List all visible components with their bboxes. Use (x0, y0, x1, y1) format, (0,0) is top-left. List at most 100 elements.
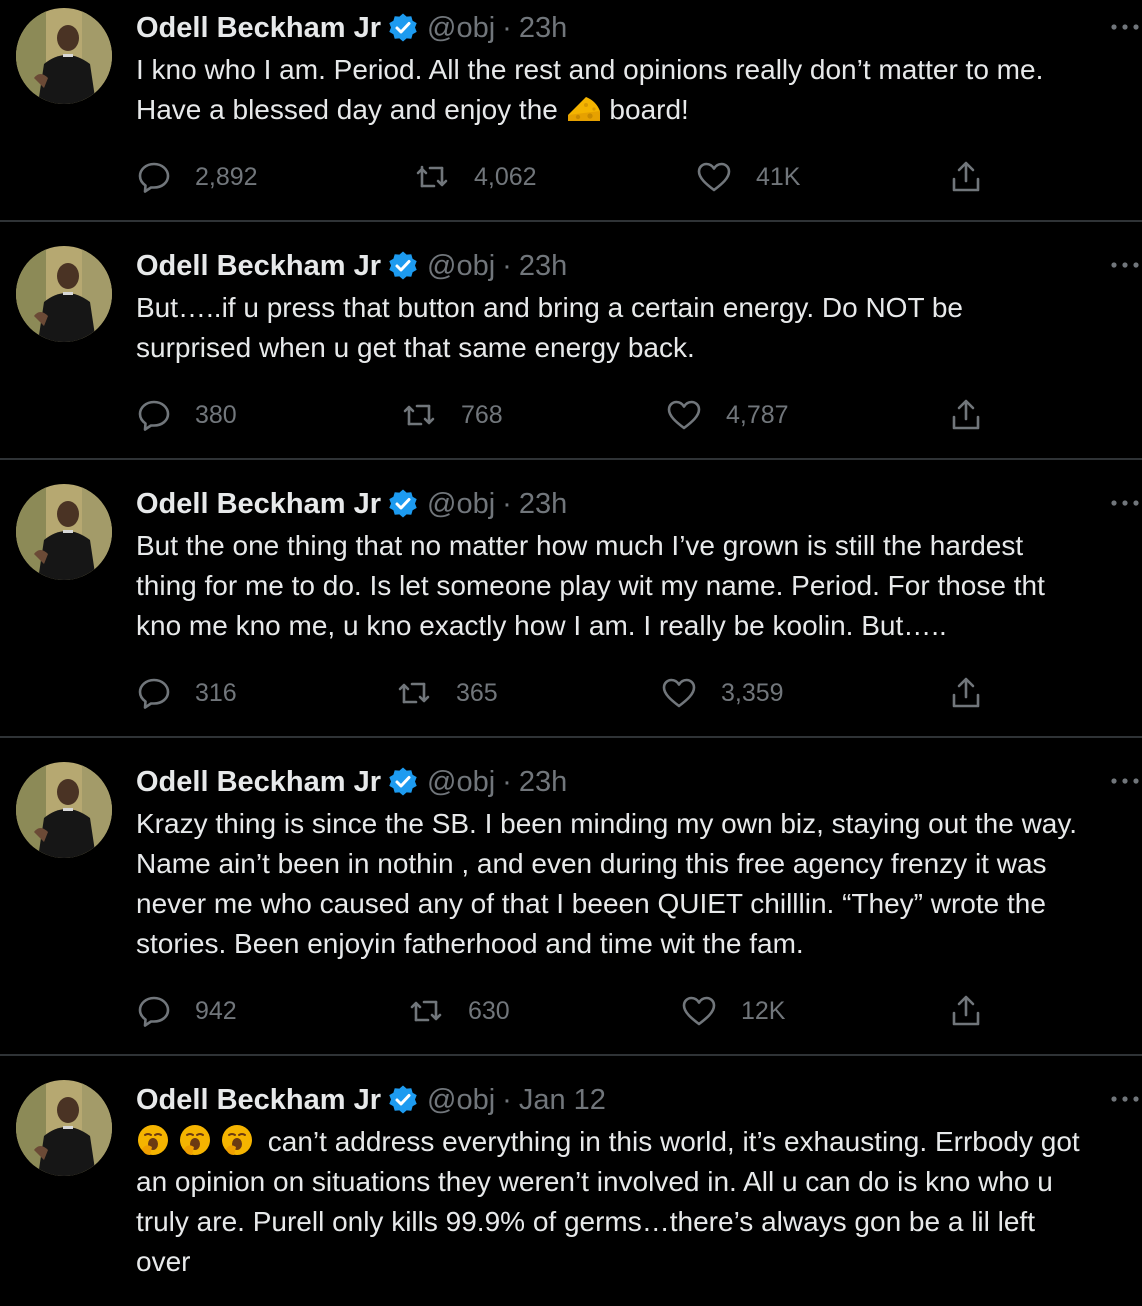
reply-icon (138, 678, 170, 709)
like-count: 41K (756, 162, 801, 191)
author-name[interactable]: Odell Beckham Jr (136, 488, 381, 521)
tweet-text-line: thing for me to do. Is let someone play … (136, 570, 1045, 601)
more-options-icon[interactable] (1108, 250, 1142, 280)
reply-count: 316 (195, 678, 237, 707)
retweet-count: 630 (468, 996, 510, 1025)
more-options-icon[interactable] (1108, 488, 1142, 518)
avatar[interactable] (16, 8, 112, 104)
retweet-button[interactable]: 4,062 (414, 157, 537, 197)
tweet[interactable]: Odell Beckham Jr @obj · 23h Krazy thing … (0, 738, 1142, 1056)
reply-icon (138, 996, 170, 1027)
timestamp[interactable]: 23h (519, 488, 567, 521)
retweet-count: 768 (461, 400, 503, 429)
avatar[interactable] (16, 484, 112, 580)
avatar[interactable] (16, 246, 112, 342)
tweet-header: Odell Beckham Jr @obj · 23h (136, 762, 567, 802)
heart-icon (667, 400, 701, 430)
verified-badge-icon (387, 250, 419, 282)
more-options-icon[interactable] (1108, 766, 1142, 796)
tweet-text-line: But the one thing that no matter how muc… (136, 530, 1024, 561)
like-button[interactable]: 12K (681, 991, 785, 1031)
author-handle[interactable]: @obj (427, 250, 495, 283)
retweet-button[interactable]: 768 (401, 395, 503, 435)
verified-badge-icon (387, 12, 419, 44)
tweet[interactable]: Odell Beckham Jr @obj · Jan 12 can’t add… (0, 1056, 1142, 1306)
tweet-text-line: I kno who I am. Period. All the rest and… (136, 54, 1044, 85)
tweet-text-line: over (136, 1246, 191, 1277)
tweet-actions: 942 630 12K (0, 991, 1142, 1031)
tweet-text-line: surprised when u get that same energy ba… (136, 332, 695, 363)
avatar[interactable] (16, 1080, 112, 1176)
separator-dot: · (502, 487, 512, 520)
avatar[interactable] (16, 762, 112, 858)
tweet-text-line: truly are. Purell only kills 99.9% of ge… (136, 1206, 1035, 1237)
timestamp[interactable]: 23h (519, 250, 567, 283)
retweet-icon (416, 165, 448, 188)
retweet-button[interactable]: 630 (408, 991, 510, 1031)
author-handle[interactable]: @obj (427, 1084, 495, 1117)
like-count: 12K (741, 996, 786, 1025)
tweet-text-line: can’t address everything in this world, … (136, 1122, 1142, 1162)
tweet-text: I kno who I am. Period. All the rest and… (136, 50, 1142, 130)
reply-count: 942 (195, 996, 237, 1025)
verified-badge-icon (387, 766, 419, 798)
timestamp[interactable]: Jan 12 (519, 1084, 606, 1117)
like-count: 4,787 (726, 400, 789, 429)
more-options-icon[interactable] (1108, 1084, 1142, 1114)
separator-dot: · (502, 11, 512, 44)
heart-icon (662, 678, 696, 708)
retweet-icon (403, 404, 435, 426)
author-handle[interactable]: @obj (427, 488, 495, 521)
author-name[interactable]: Odell Beckham Jr (136, 766, 381, 799)
tweet-text: can’t address everything in this world, … (136, 1122, 1142, 1282)
more-options-icon[interactable] (1108, 12, 1142, 42)
tweet-text-line: stories. Been enjoyin fatherhood and tim… (136, 928, 804, 959)
tweet-text-line: Krazy thing is since the SB. I been mind… (136, 808, 1078, 839)
reply-icon (138, 162, 170, 193)
tweet[interactable]: Odell Beckham Jr @obj · 23h But the one … (0, 460, 1142, 738)
tweet-text-line: Have a blessed day and enjoy the board! (136, 90, 1142, 130)
author-name[interactable]: Odell Beckham Jr (136, 250, 381, 283)
tweet-text-line: Name ain’t been in nothin , and even dur… (136, 848, 1047, 879)
tweet-text-segment: can’t address everything in this world, … (267, 1126, 1080, 1157)
tweet[interactable]: Odell Beckham Jr @obj · 23h I kno who I … (0, 0, 1142, 222)
retweet-button[interactable]: 365 (396, 673, 498, 713)
author-handle[interactable]: @obj (427, 12, 495, 45)
tweet-text-line: kno me kno me, u kno exactly how I am. I… (136, 610, 947, 641)
author-handle[interactable]: @obj (427, 766, 495, 799)
share-icon[interactable] (948, 675, 984, 711)
tweet-header: Odell Beckham Jr @obj · Jan 12 (136, 1080, 606, 1120)
retweet-count: 365 (456, 678, 498, 707)
like-button[interactable]: 3,359 (661, 673, 784, 713)
tweet-text-segment: board! (609, 94, 689, 125)
share-icon[interactable] (948, 397, 984, 433)
tweet-text: Krazy thing is since the SB. I been mind… (136, 804, 1142, 964)
like-button[interactable]: 4,787 (666, 395, 789, 435)
like-button[interactable]: 41K (696, 157, 800, 197)
cheese-icon (566, 93, 602, 136)
reply-button[interactable]: 380 (137, 395, 237, 435)
tweet-header: Odell Beckham Jr @obj · 23h (136, 484, 567, 524)
separator-dot: · (502, 1083, 512, 1116)
reply-button[interactable]: 942 (137, 991, 237, 1031)
tweet-text-line: But…..if u press that button and bring a… (136, 292, 963, 323)
timestamp[interactable]: 23h (519, 766, 567, 799)
share-icon[interactable] (948, 993, 984, 1029)
heart-icon (697, 162, 731, 192)
verified-badge-icon (387, 1084, 419, 1116)
author-name[interactable]: Odell Beckham Jr (136, 1084, 381, 1117)
tweet-text-line: an opinion on situations they weren’t in… (136, 1166, 1053, 1197)
verified-badge-icon (387, 488, 419, 520)
author-name[interactable]: Odell Beckham Jr (136, 12, 381, 45)
share-icon[interactable] (948, 159, 984, 195)
tweet[interactable]: Odell Beckham Jr @obj · 23h But…..if u p… (0, 222, 1142, 460)
reply-button[interactable]: 316 (137, 673, 237, 713)
reply-button[interactable]: 2,892 (137, 157, 258, 197)
tweet-text: But…..if u press that button and bring a… (136, 288, 1142, 368)
reply-count: 380 (195, 400, 237, 429)
timestamp[interactable]: 23h (519, 12, 567, 45)
tweet-actions: 316 365 3,359 (0, 673, 1142, 713)
tweet-header: Odell Beckham Jr @obj · 23h (136, 8, 567, 48)
separator-dot: · (502, 249, 512, 282)
retweet-count: 4,062 (474, 162, 537, 191)
